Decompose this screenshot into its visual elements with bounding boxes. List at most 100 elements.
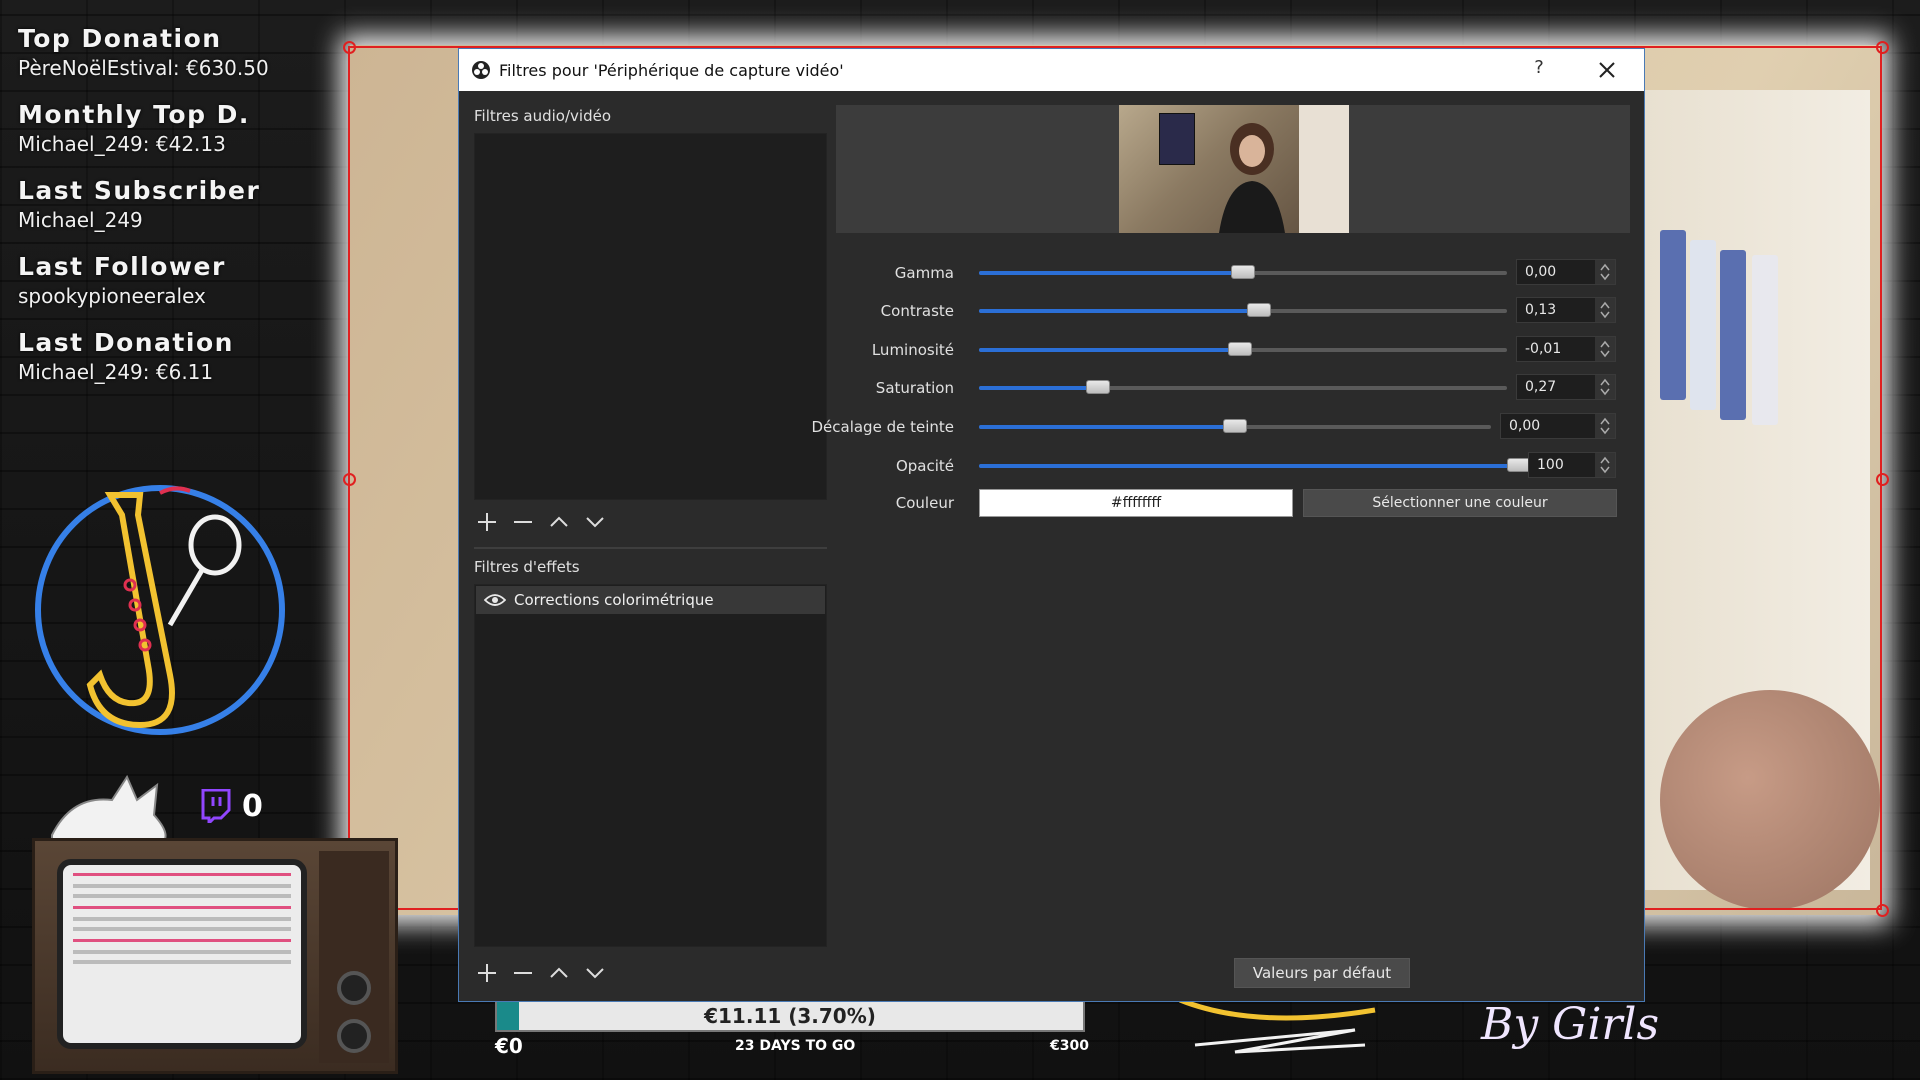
resize-handle[interactable]	[1876, 904, 1889, 917]
chevron-down-icon[interactable]	[1600, 273, 1610, 281]
tv-line	[73, 917, 291, 921]
brightness-spinbox[interactable]: -0,01	[1516, 336, 1616, 362]
eye-icon[interactable]	[484, 593, 506, 607]
effects-filters-label: Filtres d'effets	[474, 558, 580, 576]
param-row-brightness: Luminosité -0,01	[836, 336, 1630, 364]
move-down-button[interactable]	[584, 962, 606, 984]
slider-fill	[979, 348, 1240, 352]
resize-handle[interactable]	[343, 473, 356, 486]
add-button[interactable]	[476, 511, 498, 533]
binder	[1720, 250, 1746, 420]
spin-buttons[interactable]	[1595, 453, 1615, 477]
slider-thumb[interactable]	[1231, 265, 1255, 279]
param-label: Décalage de teinte	[811, 418, 954, 436]
resize-handle[interactable]	[1876, 473, 1889, 486]
effect-item-color-correction[interactable]: Corrections colorimétrique	[476, 586, 825, 614]
stat-value: PèreNoëlEstival: €630.50	[18, 56, 269, 80]
tv-line	[73, 894, 291, 898]
audio-video-filters-label: Filtres audio/vidéo	[474, 107, 611, 125]
color-swatch: #ffffffff	[979, 489, 1293, 517]
resize-handle[interactable]	[1876, 41, 1889, 54]
param-row-hue-shift: Décalage de teinte 0,00	[811, 413, 1630, 441]
spin-value: 0,13	[1525, 302, 1557, 318]
opacity-spinbox[interactable]: 100	[1528, 452, 1616, 478]
chevron-up-icon[interactable]	[1600, 301, 1610, 309]
audio-video-filters-list[interactable]	[474, 133, 827, 500]
saturation-slider[interactable]	[979, 380, 1507, 394]
select-color-button[interactable]: Sélectionner une couleur	[1303, 489, 1617, 517]
twitch-icon	[201, 789, 231, 823]
brightness-slider[interactable]	[979, 342, 1507, 356]
saturation-spinbox[interactable]: 0,27	[1516, 374, 1616, 400]
dialog-titlebar[interactable]: Filtres pour 'Périphérique de capture vi…	[459, 49, 1644, 91]
chevron-down-icon[interactable]	[1600, 466, 1610, 474]
chevron-up-icon[interactable]	[1600, 417, 1610, 425]
contrast-slider[interactable]	[979, 303, 1507, 317]
chevron-up-icon[interactable]	[1600, 378, 1610, 386]
tv-panel	[319, 851, 389, 1063]
stat-title: Monthly Top D.	[18, 100, 250, 129]
chevron-down-icon[interactable]	[1600, 388, 1610, 396]
gamma-spinbox[interactable]: 0,00	[1516, 259, 1616, 285]
spin-value: -0,01	[1525, 341, 1562, 357]
slider-thumb[interactable]	[1223, 419, 1247, 433]
param-label: Gamma	[894, 264, 954, 282]
chevron-up-icon[interactable]	[1600, 263, 1610, 271]
stream-stats: Top Donation PèreNoëlEstival: €630.50 Mo…	[18, 24, 318, 404]
remove-button[interactable]	[512, 511, 534, 533]
move-down-button[interactable]	[584, 511, 606, 533]
defaults-button[interactable]: Valeurs par défaut	[1234, 958, 1410, 988]
move-up-button[interactable]	[548, 511, 570, 533]
stat-title: Last Subscriber	[18, 176, 261, 205]
resize-handle[interactable]	[343, 41, 356, 54]
param-row-contrast: Contraste 0,13	[836, 297, 1630, 325]
tv-knob	[337, 971, 371, 1005]
stat-title: Top Donation	[18, 24, 222, 53]
spin-buttons[interactable]	[1595, 337, 1615, 361]
chevron-down-icon	[586, 517, 604, 528]
slider-fill	[979, 271, 1243, 275]
effects-filters-list[interactable]: Corrections colorimétrique	[474, 584, 827, 947]
param-label: Couleur	[895, 494, 954, 512]
chevron-down-icon[interactable]	[1600, 350, 1610, 358]
hue-shift-slider[interactable]	[979, 419, 1491, 433]
stat-top-donation: Top Donation PèreNoëlEstival: €630.50	[18, 24, 318, 82]
add-button[interactable]	[476, 962, 498, 984]
gamma-slider[interactable]	[979, 265, 1507, 279]
stat-value: Michael_249	[18, 208, 143, 232]
tv-line	[73, 950, 291, 954]
contrast-spinbox[interactable]: 0,13	[1516, 297, 1616, 323]
chevron-up-icon[interactable]	[1600, 340, 1610, 348]
filter-preview-area	[836, 105, 1630, 233]
opacity-slider[interactable]	[979, 458, 1531, 472]
spin-buttons[interactable]	[1595, 260, 1615, 284]
slider-thumb[interactable]	[1228, 342, 1252, 356]
slider-thumb[interactable]	[1086, 380, 1110, 394]
effects-toolbar	[476, 960, 606, 986]
remove-button[interactable]	[512, 962, 534, 984]
spin-buttons[interactable]	[1595, 298, 1615, 322]
stat-last-subscriber: Last Subscriber Michael_249	[18, 176, 318, 234]
chevron-down-icon[interactable]	[1600, 311, 1610, 319]
spin-buttons[interactable]	[1595, 375, 1615, 399]
close-icon[interactable]	[1592, 55, 1622, 85]
stat-last-follower: Last Follower spookypioneeralex	[18, 252, 318, 310]
help-button[interactable]: ?	[1524, 57, 1554, 83]
chevron-up-icon	[550, 967, 568, 978]
chevron-down-icon[interactable]	[1600, 427, 1610, 435]
tv-knob	[337, 1019, 371, 1053]
filters-dialog: Filtres pour 'Périphérique de capture vi…	[458, 48, 1645, 1002]
slider-fill	[979, 425, 1235, 429]
tv-screen	[57, 859, 307, 1049]
dialog-title: Filtres pour 'Périphérique de capture vi…	[499, 60, 844, 80]
binder	[1660, 230, 1686, 400]
tv-line	[73, 927, 291, 931]
spin-value: 100	[1537, 457, 1564, 473]
slider-thumb[interactable]	[1247, 303, 1271, 317]
cat-icon	[51, 774, 167, 844]
hue-shift-spinbox[interactable]: 0,00	[1500, 413, 1616, 439]
goal-start: €0	[495, 1034, 523, 1058]
chevron-up-icon[interactable]	[1600, 456, 1610, 464]
move-up-button[interactable]	[548, 962, 570, 984]
spin-buttons[interactable]	[1595, 414, 1615, 438]
